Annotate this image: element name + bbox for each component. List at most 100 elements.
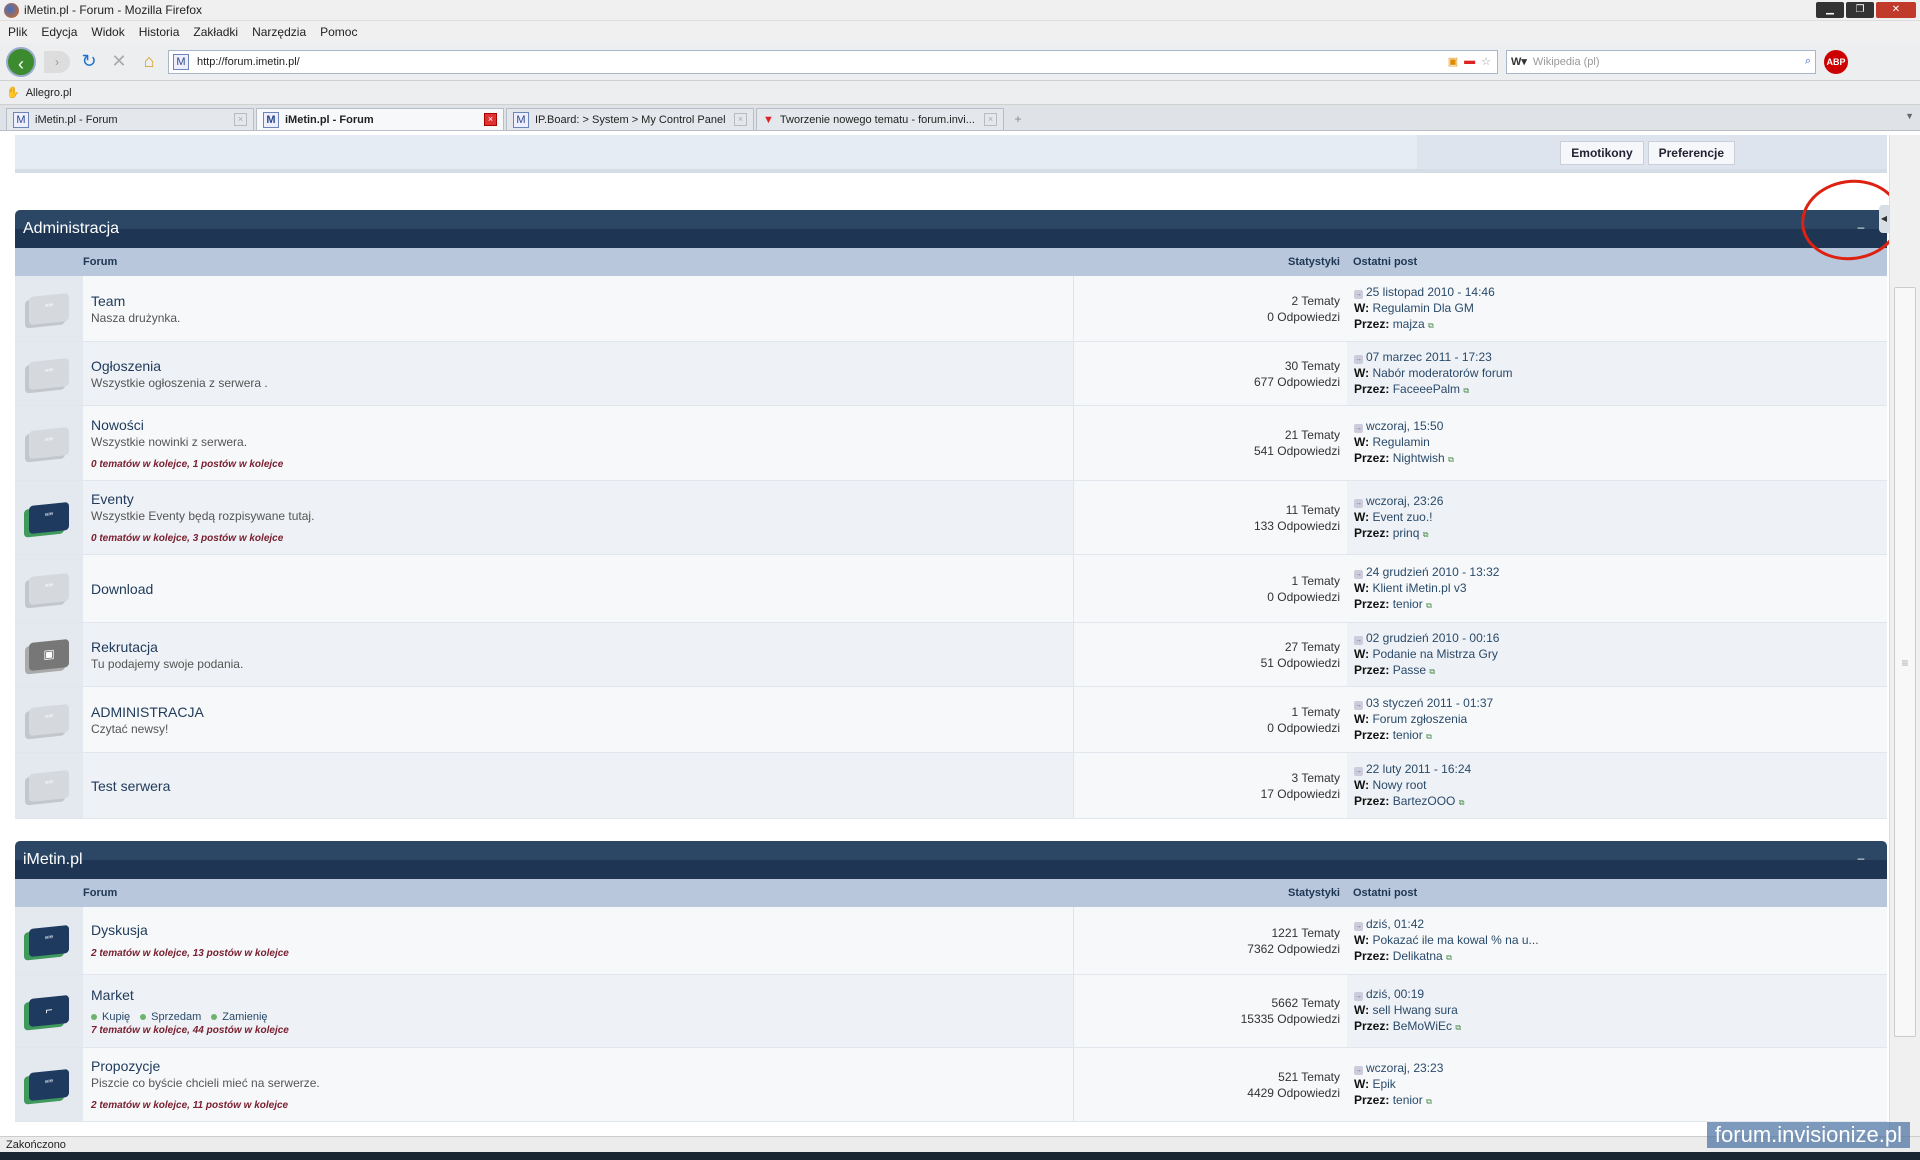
bookmark-star-icon[interactable]: ☆ [1481,55,1491,68]
tab-close-icon[interactable]: × [234,113,247,126]
go-to-last-post-icon[interactable]: → [1354,570,1363,579]
last-post-author-link[interactable]: majza [1393,317,1425,331]
close-button[interactable]: ✕ [1876,2,1916,18]
forum-title-link[interactable]: Ogłoszenia [91,358,1065,374]
forum-title-link[interactable]: Test serwera [91,778,1065,794]
tab-close-icon[interactable]: × [984,113,997,126]
stop-icon[interactable]: ✕ [108,51,130,72]
last-post-topic-link[interactable]: Regulamin Dla GM [1372,301,1473,315]
category-title[interactable]: iMetin.pl [23,851,83,868]
profile-card-icon[interactable]: ⧉ [1446,953,1452,962]
menu-zakladki[interactable]: Zakładki [193,25,238,39]
tab-close-icon[interactable]: × [484,113,497,126]
search-icon[interactable]: ⌕ [1805,55,1811,68]
profile-card-icon[interactable]: ⧉ [1459,798,1465,807]
menu-edycja[interactable]: Edycja [41,25,77,39]
forum-title-link[interactable]: Download [91,581,1065,597]
emoticons-button[interactable]: Emotikony [1560,141,1643,165]
forum-title-link[interactable]: Nowości [91,417,1065,433]
last-post-topic-link[interactable]: Pokazać ile ma kowal % na u... [1372,933,1538,947]
profile-card-icon[interactable]: ⧉ [1426,1097,1432,1106]
profile-card-icon[interactable]: ⧉ [1426,732,1432,741]
profile-card-icon[interactable]: ⧉ [1428,321,1434,330]
preferences-button[interactable]: Preferencje [1648,141,1735,165]
last-post-topic-link[interactable]: Klient iMetin.pl v3 [1372,581,1466,595]
forward-button[interactable]: › [44,51,70,73]
vertical-scrollbar[interactable]: ≡ [1889,135,1920,1136]
subforum-link[interactable]: Sprzedam [140,1011,201,1023]
go-to-last-post-icon[interactable]: → [1354,355,1363,364]
profile-card-icon[interactable]: ⧉ [1448,455,1454,464]
tab-close-icon[interactable]: × [734,113,747,126]
scrollbar-thumb[interactable]: ≡ [1894,287,1916,1037]
go-to-last-post-icon[interactable]: → [1354,922,1363,931]
go-to-last-post-icon[interactable]: → [1354,424,1363,433]
profile-card-icon[interactable]: ⧉ [1463,386,1469,395]
menu-widok[interactable]: Widok [91,25,124,39]
last-post-topic-link[interactable]: Podanie na Mistrza Gry [1372,647,1497,661]
profile-card-icon[interactable]: ⧉ [1429,667,1435,676]
bookmark-allegro[interactable]: Allegro.pl [26,87,72,99]
search-box[interactable]: W▾ Wikipedia (pl) ⌕ [1506,50,1816,74]
forum-title-link[interactable]: Team [91,293,1065,309]
last-post-author-link[interactable]: Passe [1393,663,1426,677]
tab-imetin-forum-2[interactable]: MiMetin.pl - Forum× [256,108,504,130]
go-to-last-post-icon[interactable]: → [1354,636,1363,645]
profile-card-icon[interactable]: ⧉ [1423,530,1429,539]
go-to-last-post-icon[interactable]: → [1354,701,1363,710]
go-to-last-post-icon[interactable]: → [1354,499,1363,508]
last-post-author-link[interactable]: tenior [1393,728,1423,742]
menu-pomoc[interactable]: Pomoc [320,25,357,39]
adblock-icon[interactable]: ABP [1824,50,1848,74]
tab-new-topic[interactable]: ▼Tworzenie nowego tematu - forum.invi...… [756,108,1004,130]
subforum-link[interactable]: Kupię [91,1011,130,1023]
url-bar[interactable]: M http://forum.imetin.pl/ ▣▬☆ [168,50,1498,74]
sidebar-toggle-icon[interactable]: ◀ [1879,205,1889,233]
last-post-topic-link[interactable]: Forum zgłoszenia [1372,712,1467,726]
tab-ipboard-control-panel[interactable]: MIP.Board: > System > My Control Panel× [506,108,754,130]
profile-card-icon[interactable]: ⧉ [1426,601,1432,610]
last-post-author-link[interactable]: BartezOOO [1393,794,1456,808]
profile-card-icon[interactable]: ⧉ [1455,1023,1461,1032]
last-post-author-link[interactable]: tenior [1393,597,1423,611]
back-button[interactable]: ‹ [6,47,36,77]
new-tab-button[interactable]: + [1006,108,1030,130]
last-post-author-link[interactable]: tenior [1393,1093,1423,1107]
forum-title-link[interactable]: Propozycje [91,1058,1065,1074]
last-post-topic-link[interactable]: Epik [1372,1077,1395,1091]
last-post-topic-link[interactable]: Event zuo.! [1372,510,1432,524]
go-to-last-post-icon[interactable]: → [1354,290,1363,299]
tab-list-icon[interactable]: ▼ [1905,111,1914,121]
last-post-author-link[interactable]: Nightwish [1393,451,1445,465]
menu-narzedzia[interactable]: Narzędzia [252,25,306,39]
reload-icon[interactable]: ↻ [78,51,100,72]
forum-title-link[interactable]: Dyskusja [91,922,1065,938]
last-post-topic-link[interactable]: sell Hwang sura [1372,1003,1457,1017]
go-to-last-post-icon[interactable]: → [1354,992,1363,1001]
forum-title-link[interactable]: Eventy [91,491,1065,507]
column-forum: Forum [83,256,1074,268]
rss-icon[interactable]: ▣ [1448,55,1458,68]
go-to-last-post-icon[interactable]: → [1354,1066,1363,1075]
last-post-topic-link[interactable]: Regulamin [1372,435,1429,449]
menu-plik[interactable]: Plik [8,25,27,39]
last-post-topic-link[interactable]: Nowy root [1372,778,1426,792]
last-post-author-link[interactable]: prinq [1393,526,1420,540]
collapse-icon[interactable]: – [1853,853,1869,867]
column-headers: ForumStatystykiOstatni post [15,248,1887,276]
last-post-author-link[interactable]: BeMoWiEc [1393,1019,1452,1033]
subforum-link[interactable]: Zamienię [211,1011,267,1023]
forum-title-link[interactable]: Market [91,987,1065,1003]
home-icon[interactable]: ⌂ [138,51,160,72]
forum-title-link[interactable]: Rekrutacja [91,639,1065,655]
tab-imetin-forum-1[interactable]: MiMetin.pl - Forum× [6,108,254,130]
forum-title-link[interactable]: ADMINISTRACJA [91,704,1065,720]
maximize-button[interactable]: ❐ [1846,2,1874,18]
last-post-author-link[interactable]: Delikatna [1393,949,1443,963]
go-to-last-post-icon[interactable]: → [1354,767,1363,776]
category-title[interactable]: Administracja [23,220,119,237]
last-post-topic-link[interactable]: Nabór moderatorów forum [1372,366,1512,380]
menu-historia[interactable]: Historia [139,25,180,39]
minimize-button[interactable]: ▁ [1816,2,1844,18]
last-post-author-link[interactable]: FaceeePalm [1393,382,1460,396]
